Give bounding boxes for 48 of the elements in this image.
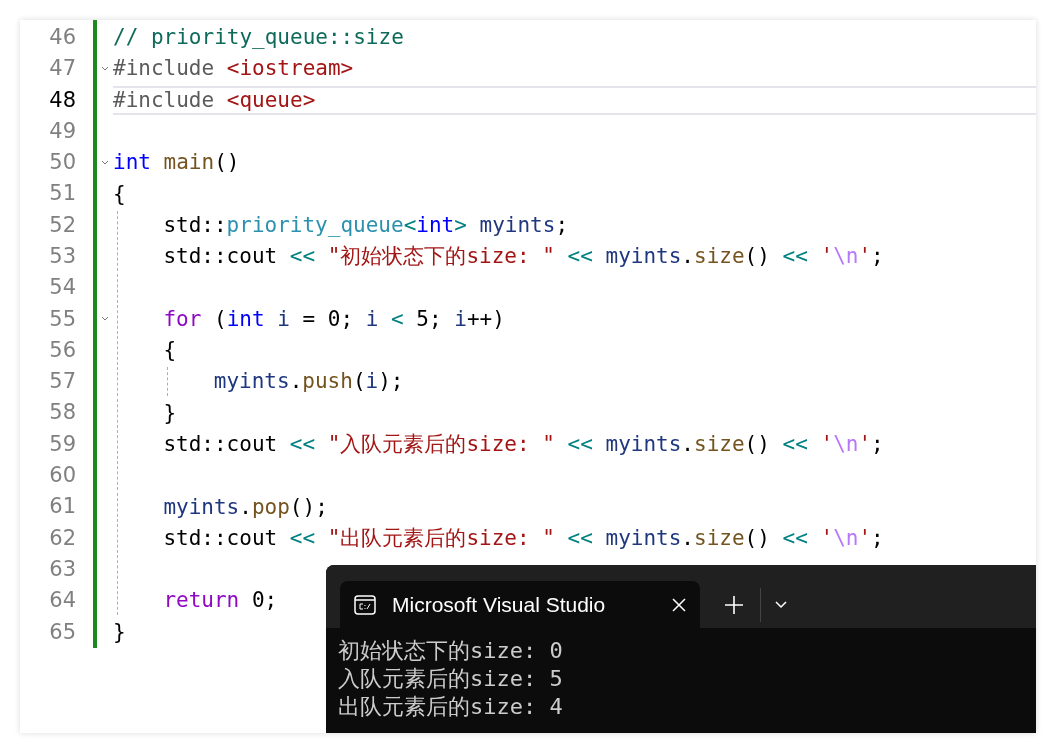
collapse-icon[interactable] — [101, 316, 109, 323]
new-tab-icon[interactable] — [724, 594, 744, 615]
line-number: 60 — [48, 462, 76, 490]
line-number: 48 — [48, 86, 76, 114]
line-number: 50 — [48, 149, 76, 177]
terminal-output-line: 入队元素后的size: 5 — [338, 665, 564, 693]
line-number: 51 — [48, 180, 76, 208]
code-line: } — [113, 621, 126, 643]
line-number: 46 — [48, 23, 76, 51]
line-number: 54 — [48, 274, 76, 302]
code-line: myints.push(i); — [213, 371, 404, 393]
code-line: std::cout << "出队元素后的size: " << myints.size() << '\n'; — [163, 527, 884, 549]
code-line: std::cout << "入队元素后的size: " << myints.size() << '\n'; — [163, 434, 884, 455]
code-line: // priority_queue::size — [113, 27, 404, 49]
line-number: 61 — [48, 493, 76, 521]
collapse-icon[interactable] — [101, 65, 109, 72]
code-line: return 0; — [163, 590, 278, 612]
code-line: myints.pop(); — [163, 496, 328, 518]
code-line: { — [113, 183, 126, 205]
terminal-output-line: 初始状态下的size: 0 — [338, 637, 564, 665]
line-number: 49 — [48, 117, 76, 145]
line-number: 63 — [48, 555, 76, 583]
terminal-output-line: 出队元素后的size: 4 — [338, 693, 564, 721]
console-icon — [354, 594, 376, 615]
terminal-tab[interactable]: Microsoft Visual Studio — [340, 581, 700, 628]
code-line: { — [163, 340, 177, 362]
code-line: } — [163, 402, 177, 424]
code-line: int main() — [113, 152, 240, 174]
line-number: 62 — [48, 524, 76, 552]
code-line: #include <iostream> — [113, 58, 354, 80]
line-number: 55 — [48, 305, 76, 333]
line-number: 58 — [48, 399, 76, 427]
collapse-icon[interactable] — [101, 159, 109, 166]
code-line: std::cout << "初始状态下的size: " << myints.size() << '\n'; — [163, 246, 884, 268]
line-number: 56 — [48, 336, 76, 364]
line-number: 52 — [48, 211, 76, 239]
line-number: 64 — [48, 587, 76, 615]
code-line: for (int i = 0; i < 5; i++) — [163, 308, 505, 330]
line-number: 65 — [48, 618, 76, 646]
code-line: std::priority_queue<int> myints; — [163, 214, 569, 236]
line-number: 57 — [48, 368, 76, 396]
line-number: 59 — [48, 430, 76, 458]
dropdown-icon[interactable] — [775, 600, 787, 609]
code-line: #include <queue> — [113, 89, 316, 111]
tab-title: Microsoft Visual Studio — [392, 591, 607, 618]
close-icon[interactable] — [672, 597, 686, 612]
line-number: 53 — [48, 243, 76, 270]
line-number: 47 — [48, 55, 76, 83]
